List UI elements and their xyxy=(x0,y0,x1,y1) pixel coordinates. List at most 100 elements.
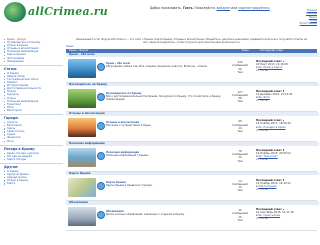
welcome-or: или xyxy=(230,6,239,10)
forum-desc-text: Карты Крыма и Крымских городов. xyxy=(106,183,153,187)
category-bar[interactable]: Крым - обо всем xyxy=(66,53,319,57)
forum-thumbnail[interactable] xyxy=(68,88,96,108)
main-content: Уважаемый гость! Форум allCrimea.ru — эт… xyxy=(66,38,319,231)
forum-status-icon xyxy=(97,63,105,72)
last-post-author: от Гость xyxy=(256,187,268,191)
category-bar[interactable]: Путеводитель по Крыму xyxy=(66,82,319,87)
forum-desc-text: Рассказы о путешествиях в Крым. xyxy=(106,124,152,128)
forum-status-icon xyxy=(97,211,105,220)
arrow-icon[interactable] xyxy=(282,208,285,211)
forum-row: Объявления Объявления Доска частных объяв… xyxy=(66,201,319,231)
welcome-user: Гость xyxy=(182,6,193,10)
forum-counts: 15 Сообщений 15 Тем xyxy=(228,209,252,222)
topics-label: Тем xyxy=(237,100,243,104)
last-post-info: Последний ответ 19 Ноябрь 2013, 14:30:12 в… xyxy=(256,179,316,191)
last-post-author: от Гость xyxy=(256,99,268,103)
forum-status-icon xyxy=(97,122,105,131)
last-post-info: Последний ответ 19 Ноябрь 2017, 16:59:40 в… xyxy=(256,119,316,131)
divider xyxy=(0,113,63,115)
forum-description: Путеводитель по Крыму Всё о достопримечат… xyxy=(106,92,224,101)
topics-label: Тем xyxy=(237,70,243,74)
forum-counts: 234 Сообщений 56 Тем xyxy=(228,61,252,74)
welcome-mid: . Пожалуйста, xyxy=(192,6,217,10)
welcome-prefix: Добро пожаловать, xyxy=(150,6,183,10)
nav-register-link[interactable]: Регистрация xyxy=(287,22,317,25)
forum-description: Объявления Доска частных объявлений, связ… xyxy=(106,210,224,216)
sidebar-weather-link[interactable]: Карта погоды xyxy=(2,158,61,161)
site-header: allCrimea.ru Добро пожаловать, Гость. По… xyxy=(0,0,320,38)
forum-row: Путеводитель по Крыму Путеводитель по Кр… xyxy=(66,82,319,113)
breadcrumb[interactable]: Крым xyxy=(66,45,317,48)
forum-row: Полезная информация Полезная информация П… xyxy=(66,141,319,172)
last-post-author: от Гость xyxy=(256,158,268,162)
top-nav: Начало Помощь Поиск Вход Регистрация xyxy=(287,9,317,25)
forum-counts: 14 Сообщений 14 Тем xyxy=(228,180,252,193)
category-bar[interactable]: Полезная информация xyxy=(66,141,319,146)
site-logo[interactable]: allCrimea.ru xyxy=(2,2,108,22)
forum-row: Карты Крыма Карты Крыма Карты Крыма и Кры… xyxy=(66,171,319,202)
sidebar-weather-title: Погода в Крыму: xyxy=(4,146,36,151)
sidebar-cities-title: Города: xyxy=(4,115,19,120)
topics-label: Тем xyxy=(237,218,243,222)
forum-thumbnail[interactable] xyxy=(68,118,96,138)
category-bar[interactable]: Отзывы и впечатления xyxy=(66,112,319,116)
sidebar-cities: Города: Алушта Евпатория Керчь Севастопо… xyxy=(2,116,61,143)
sidebar-other: Другое: О Крыму Курорты Крыма Аренда жил… xyxy=(2,165,61,185)
arrow-icon[interactable] xyxy=(282,149,285,151)
forum-description: Карты Крыма Карты Крыма и Крымских городо… xyxy=(106,181,224,187)
last-post-info: Последний ответ 19 Ноябрь 2015, 20:55:04 в… xyxy=(256,149,316,161)
forum-desc-text: Полезная информация о Крыме. xyxy=(106,154,149,158)
sidebar-city[interactable]: Ялта xyxy=(2,140,61,143)
category-bar[interactable]: Объявления xyxy=(66,201,319,205)
forum-desc-text: Доска частных объявлений, связанных с от… xyxy=(106,213,185,217)
sidebar-articles: Статьи О Крыму Общий обзор Географически… xyxy=(2,67,61,112)
last-post-info: Последний ответ 01 Сентябрь 2015, 12:11:3… xyxy=(256,208,316,220)
globe-icon xyxy=(4,2,26,22)
topics-label: Тем xyxy=(237,129,243,133)
left-sidebar: Крым - форум Путеводитель по Крыму Отдых… xyxy=(0,38,63,245)
divider xyxy=(0,144,63,146)
sidebar-article[interactable]: Евпатория xyxy=(2,109,61,112)
welcome-message: Добро пожаловать, Гость. Пожалуйста, вой… xyxy=(150,6,270,10)
login-link[interactable]: войдите xyxy=(217,6,231,10)
sidebar-item[interactable]: Объявления xyxy=(2,60,61,63)
sidebar-other-link[interactable]: Карта xyxy=(2,182,61,185)
forum-counts: 127 Сообщений 28 Тем xyxy=(228,91,252,104)
category-bar[interactable]: Карты Крыма xyxy=(66,171,319,176)
topics-label: Тем xyxy=(237,189,243,193)
sidebar-articles-title: Статьи xyxy=(4,66,17,71)
forum-counts: 69 Сообщений 14 Тем xyxy=(228,120,252,133)
forum-thumbnail[interactable] xyxy=(68,177,96,197)
last-post-info: Последний ответ 20 Март 2013, 22:16:09 в R… xyxy=(256,60,316,72)
arrow-icon[interactable] xyxy=(282,60,285,63)
forum-counts: 78 Сообщений 20 Тем xyxy=(228,150,252,163)
forum-thumbnail[interactable] xyxy=(68,207,96,227)
forum-thumbnail[interactable] xyxy=(68,147,96,167)
forum-description: Отзывы и впечатления Рассказы о путешеств… xyxy=(106,121,224,127)
register-link[interactable]: зарегистрируйтесь xyxy=(238,6,270,10)
divider xyxy=(0,162,63,164)
sidebar-top-menu: Крым - форум Путеводитель по Крыму Отдых… xyxy=(2,38,61,63)
last-post-author: от Гость xyxy=(256,217,268,221)
intro-text: Уважаемый гость! Форум allCrimea.ru — эт… xyxy=(76,38,307,45)
last-post-info: Последний ответ 14 Декабрь 2015, 15:19:45… xyxy=(256,90,316,102)
forum-row: Отзывы и впечатления Отзывы и впечатлени… xyxy=(66,112,319,142)
forum-desc-text: Всё о достопримечательностях Крыма. Экск… xyxy=(106,94,222,101)
forum-description: Полезная информация Полезная информация о… xyxy=(106,151,224,157)
forum-status-icon xyxy=(97,92,105,101)
forum-status-icon xyxy=(97,181,105,190)
arrow-icon[interactable] xyxy=(282,178,285,181)
last-post-author: от Гость xyxy=(256,128,268,132)
forum-thumbnail[interactable] xyxy=(68,59,96,79)
sidebar-weather: Погода в Крыму: Крым: погода, курорты По… xyxy=(2,147,61,161)
sidebar-other-title: Другое: xyxy=(4,164,19,169)
logo-text: allCrimea.ru xyxy=(28,5,109,18)
last-post-author: от Гость xyxy=(256,69,268,73)
forum-row: Крым - обо всем Крым - обо всем Обсуждени… xyxy=(66,53,319,83)
arrow-icon[interactable] xyxy=(282,90,285,92)
forum-desc-text: Обсуждение любых тем. Всё о Крыме. Крымс… xyxy=(106,65,208,69)
forum-description: Крым - обо всем Обсуждение любых тем. Всё… xyxy=(106,62,224,68)
forum-status-icon xyxy=(97,151,105,160)
topics-label: Тем xyxy=(237,159,243,163)
divider xyxy=(0,64,63,66)
